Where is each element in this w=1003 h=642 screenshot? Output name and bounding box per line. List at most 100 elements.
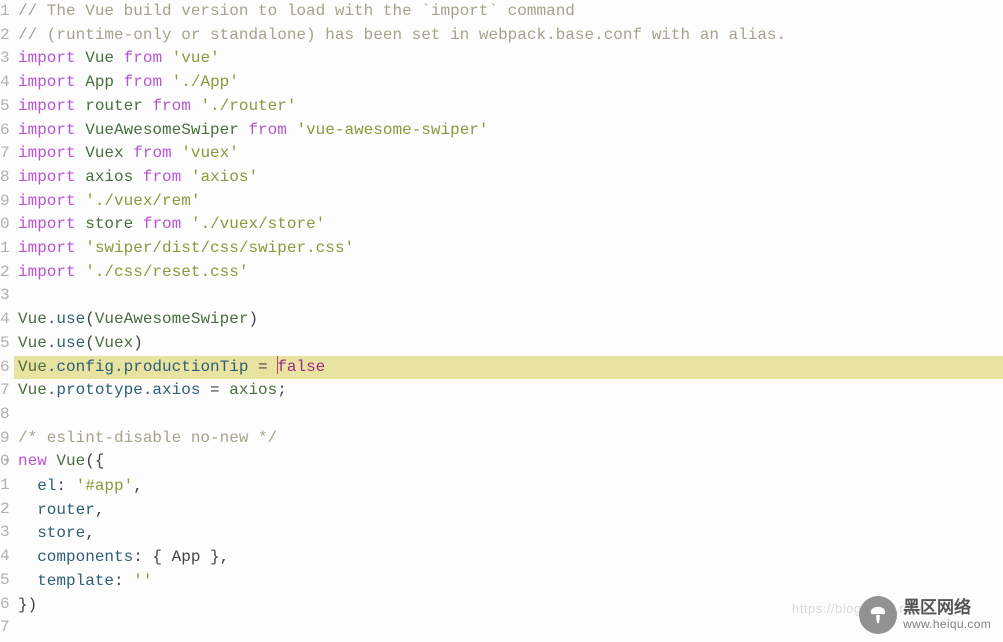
code-line[interactable]: import './vuex/rem': [18, 190, 1003, 214]
string: 'vue-awesome-swiper': [296, 121, 488, 139]
code-line[interactable]: import 'swiper/dist/css/swiper.css': [18, 237, 1003, 261]
code-line[interactable]: import store from './vuex/store': [18, 213, 1003, 237]
string: './css/reset.css': [85, 263, 248, 281]
code-line[interactable]: import App from './App': [18, 71, 1003, 95]
code-line[interactable]: store,: [18, 522, 1003, 546]
line-number: 8: [0, 166, 10, 190]
string: 'axios': [191, 168, 258, 186]
code-line[interactable]: import VueAwesomeSwiper from 'vue-awesom…: [18, 119, 1003, 143]
line-number-gutter: 123456789012345678901234567: [0, 0, 14, 642]
property: components: [37, 548, 133, 566]
property: store: [37, 524, 85, 542]
keyword: import: [18, 192, 76, 210]
identifier: router: [85, 97, 143, 115]
line-number: 0: [0, 213, 10, 237]
line-number: 1: [0, 0, 10, 24]
line-number: 5: [0, 95, 10, 119]
keyword: import: [18, 263, 76, 281]
code-line[interactable]: [18, 403, 1003, 427]
string: 'vuex': [181, 144, 239, 162]
fold-icon[interactable]: ▾: [4, 451, 14, 475]
string: './vuex/rem': [85, 192, 200, 210]
identifier: Vuex: [95, 334, 133, 352]
line-number: 7: [0, 142, 10, 166]
identifier: App: [85, 73, 114, 91]
boolean: false: [277, 358, 325, 376]
line-number: 6: [0, 593, 10, 617]
code-line[interactable]: [18, 284, 1003, 308]
string: './router': [200, 97, 296, 115]
string: '': [133, 572, 152, 590]
keyword: new: [18, 452, 47, 470]
keyword: import: [18, 215, 76, 233]
code-line[interactable]: el: '#app',: [18, 475, 1003, 499]
line-number: 5: [0, 569, 10, 593]
code-line[interactable]: router,: [18, 499, 1003, 523]
identifier: Vue: [85, 49, 114, 67]
identifier: axios: [85, 168, 133, 186]
identifier: Vue: [18, 358, 47, 376]
code-area[interactable]: // The Vue build version to load with th…: [14, 0, 1003, 642]
keyword: from: [133, 144, 171, 162]
keyword: from: [143, 215, 181, 233]
line-number: 5: [0, 332, 10, 356]
keyword: from: [124, 73, 162, 91]
code-line[interactable]: // (runtime-only or standalone) has been…: [18, 24, 1003, 48]
watermark-title: 黑区网络: [903, 598, 991, 618]
string: 'swiper/dist/css/swiper.css': [85, 239, 354, 257]
code-line[interactable]: import axios from 'axios': [18, 166, 1003, 190]
identifier: Vue: [56, 452, 85, 470]
code-line[interactable]: Vue.prototype.axios = axios;: [18, 379, 1003, 403]
identifier: VueAwesomeSwiper: [85, 121, 239, 139]
line-number: 4: [0, 545, 10, 569]
keyword: from: [143, 168, 181, 186]
code-line[interactable]: ▾new Vue({: [18, 450, 1003, 475]
code-line[interactable]: import './css/reset.css': [18, 261, 1003, 285]
string: 'vue': [172, 49, 220, 67]
code-line[interactable]: // The Vue build version to load with th…: [18, 0, 1003, 24]
code-line[interactable]: import Vuex from 'vuex': [18, 142, 1003, 166]
keyword: import: [18, 73, 76, 91]
code-line[interactable]: Vue.use(VueAwesomeSwiper): [18, 308, 1003, 332]
line-number: 3: [0, 521, 10, 545]
line-number: 4: [0, 71, 10, 95]
keyword: import: [18, 97, 76, 115]
identifier: store: [85, 215, 133, 233]
line-number: 1: [0, 237, 10, 261]
identifier: Vue: [18, 334, 47, 352]
property: template: [37, 572, 114, 590]
mushroom-icon: [859, 596, 897, 634]
watermark-url: www.heiqu.com: [903, 618, 991, 632]
identifier: Vue: [18, 310, 47, 328]
identifier: Vuex: [85, 144, 123, 162]
watermark: 黑区网络 www.heiqu.com: [859, 596, 991, 634]
property: el: [37, 477, 56, 495]
line-number: 2: [0, 261, 10, 285]
keyword: import: [18, 144, 76, 162]
comment: // The Vue build version to load with th…: [18, 2, 575, 20]
line-number: 2: [0, 24, 10, 48]
code-line[interactable]: components: { App },: [18, 546, 1003, 570]
code-line[interactable]: import router from './router': [18, 95, 1003, 119]
code-line[interactable]: Vue.config.productionTip = false: [14, 356, 1003, 380]
line-number: 8: [0, 403, 10, 427]
code-editor: 123456789012345678901234567 // The Vue b…: [0, 0, 1003, 642]
property: router: [37, 501, 95, 519]
comment: // (runtime-only or standalone) has been…: [18, 26, 786, 44]
line-number: 6: [0, 119, 10, 143]
code-line[interactable]: import Vue from 'vue': [18, 47, 1003, 71]
code-line[interactable]: [18, 617, 1003, 641]
code-line[interactable]: template: '': [18, 570, 1003, 594]
line-number: 7: [0, 379, 10, 403]
code-line[interactable]: /* eslint-disable no-new */: [18, 427, 1003, 451]
line-number: 9: [0, 427, 10, 451]
line-number: 4: [0, 308, 10, 332]
line-number: 7: [0, 616, 10, 640]
line-number: 1: [0, 474, 10, 498]
keyword: from: [152, 97, 190, 115]
identifier: axios: [229, 381, 277, 399]
code-line[interactable]: Vue.use(Vuex): [18, 332, 1003, 356]
keyword: import: [18, 168, 76, 186]
string: './App': [172, 73, 239, 91]
line-number: 3: [0, 47, 10, 71]
